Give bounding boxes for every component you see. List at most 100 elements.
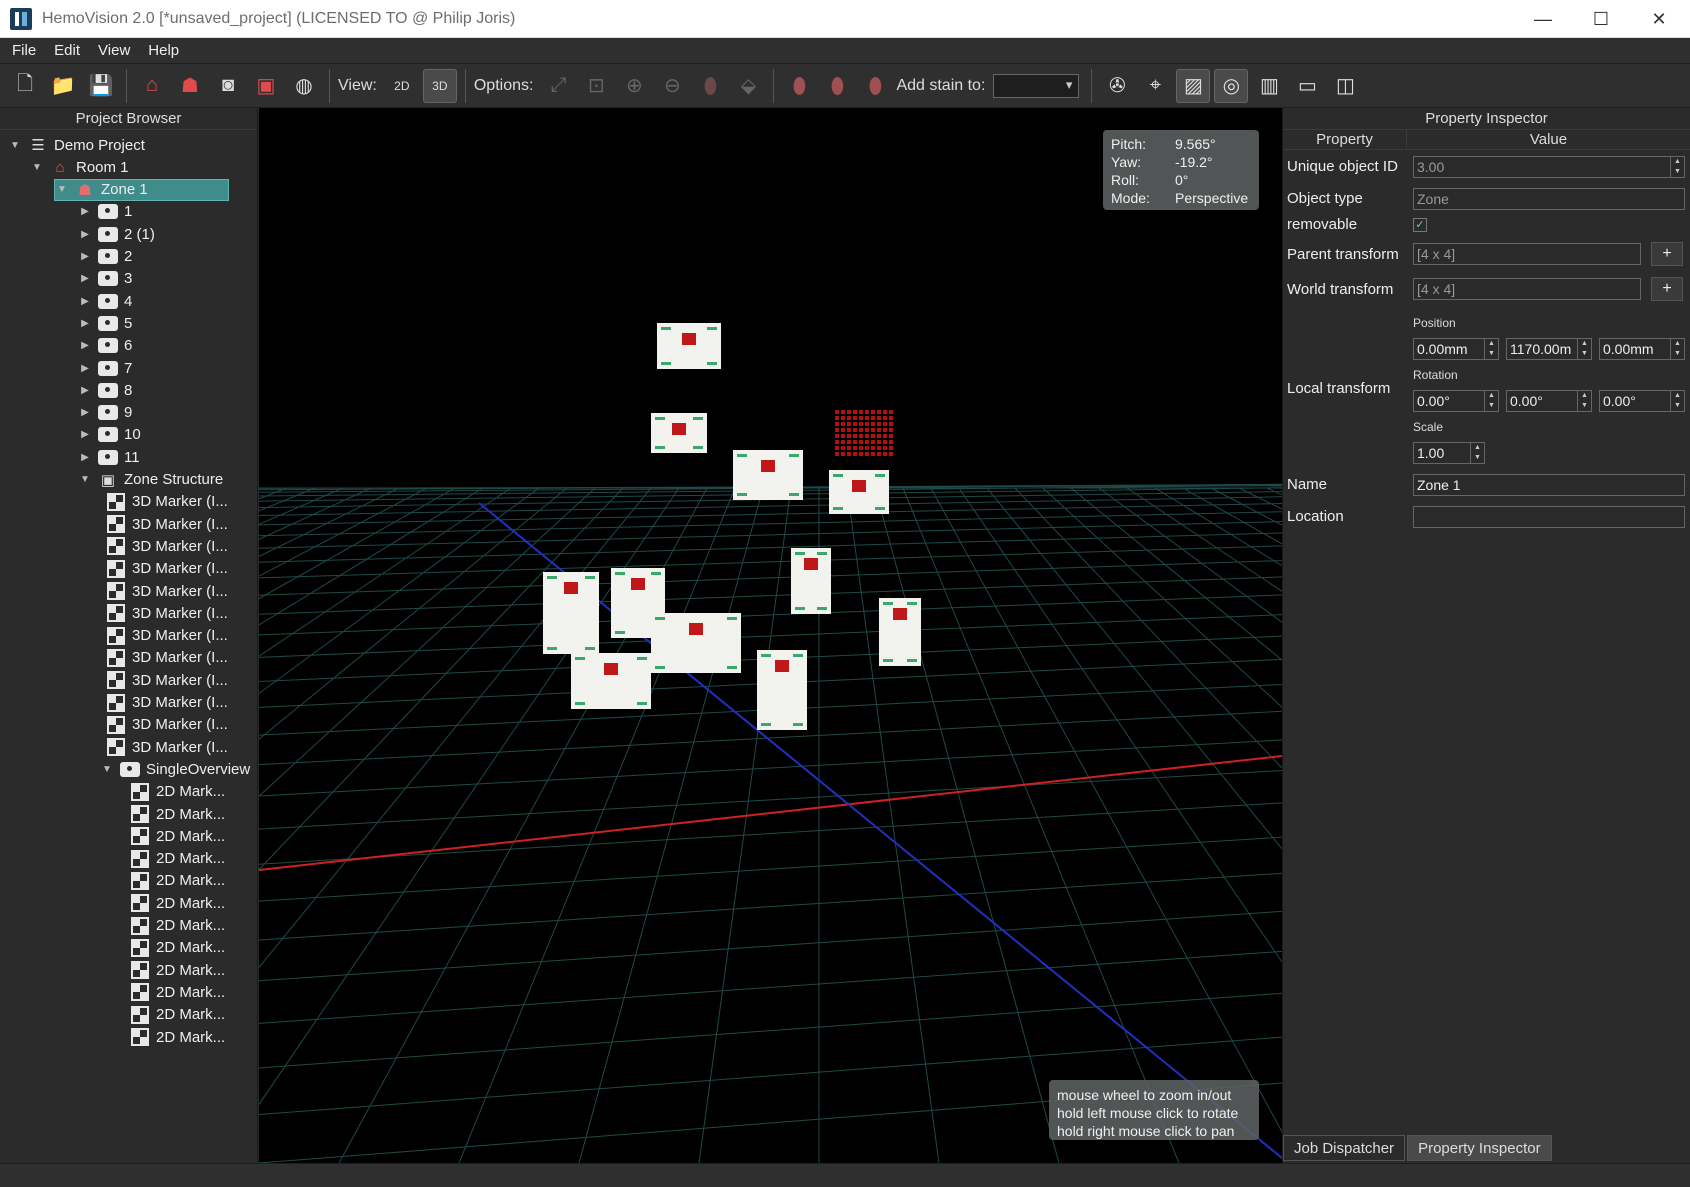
sphere-grid-icon[interactable]: ◎: [1214, 68, 1249, 103]
grid-plane-icon[interactable]: ▨: [1176, 68, 1211, 103]
rotation-z-field[interactable]: 0.00° ▲ ▼: [1599, 390, 1685, 412]
zoom-out-icon[interactable]: ⊖: [655, 69, 689, 103]
film-icon[interactable]: ▥: [1252, 69, 1286, 103]
menu-view[interactable]: View: [98, 42, 130, 59]
tree-item-camera[interactable]: ▶ 5: [78, 312, 132, 334]
tag-icon[interactable]: ⬙: [731, 69, 765, 103]
add-image-icon[interactable]: ▣: [249, 69, 283, 103]
collapse-arrow-icon[interactable]: ▼: [30, 162, 44, 173]
uid-field[interactable]: 3.00 ▲ ▼: [1413, 156, 1685, 178]
tree-item-zone[interactable]: ▼ ☗ Zone 1: [54, 178, 229, 201]
tree-item-2d-marker[interactable]: 2D Mark...: [120, 892, 225, 914]
tree-item-3d-marker[interactable]: 3D Marker (I...: [96, 535, 228, 557]
collapse-arrow-icon[interactable]: ▼: [8, 140, 22, 151]
rotation-x-field[interactable]: 0.00° ▲ ▼: [1413, 390, 1499, 412]
expand-arrow-icon[interactable]: ▶: [78, 273, 92, 284]
tree-item-2d-marker[interactable]: 2D Mark...: [120, 781, 225, 803]
stain-add-icon[interactable]: ⬮: [782, 69, 816, 103]
world-transform-add-button[interactable]: +: [1651, 277, 1683, 301]
tab-property-inspector[interactable]: Property Inspector: [1407, 1135, 1552, 1161]
tab-job-dispatcher[interactable]: Job Dispatcher: [1283, 1135, 1406, 1161]
tree-item-3d-marker[interactable]: 3D Marker (I...: [96, 491, 228, 513]
stain-tool-icon[interactable]: ⬮: [693, 69, 727, 103]
scale-spinner[interactable]: ▲ ▼: [1470, 443, 1484, 463]
cube-plane-icon[interactable]: ◫: [1328, 69, 1362, 103]
tree-item-2d-marker[interactable]: 2D Mark...: [120, 870, 225, 892]
removable-checkbox[interactable]: ✓: [1413, 218, 1427, 232]
expand-arrow-icon[interactable]: ▶: [78, 429, 92, 440]
tree-item-camera[interactable]: ▶ 4: [78, 290, 132, 312]
add-zone-icon[interactable]: ☗: [173, 69, 207, 103]
world-transform-field[interactable]: [4 x 4]: [1413, 278, 1641, 300]
3d-viewport[interactable]: Pitch: 9.565° Yaw: -19.2° Roll: 0° Mode: Per…: [259, 108, 1282, 1163]
scale-field[interactable]: 1.00 ▲ ▼: [1413, 442, 1485, 464]
parent-transform-field[interactable]: [4 x 4]: [1413, 243, 1641, 265]
collapse-arrow-icon[interactable]: ▼: [78, 474, 92, 485]
open-folder-icon[interactable]: 📁: [46, 69, 80, 103]
rotation-y-field[interactable]: 0.00° ▲ ▼: [1506, 390, 1592, 412]
tree-item-zone-structure[interactable]: ▼ ▣ Zone Structure: [78, 469, 223, 491]
position-y-spinner[interactable]: ▲ ▼: [1577, 339, 1591, 359]
zoom-in-icon[interactable]: ⊕: [617, 69, 651, 103]
tree-item-2d-marker[interactable]: 2D Mark...: [120, 981, 225, 1003]
rotation-y-spinner[interactable]: ▲ ▼: [1577, 391, 1591, 411]
add-stain-dropdown[interactable]: [993, 73, 1080, 98]
tree-item-camera[interactable]: ▶ 6: [78, 335, 132, 357]
menu-file[interactable]: File: [12, 42, 36, 59]
rotation-z-spinner[interactable]: ▲ ▼: [1670, 391, 1684, 411]
stain-remove-icon[interactable]: ⬮: [858, 69, 892, 103]
save-icon[interactable]: 💾: [84, 69, 118, 103]
object-type-field[interactable]: Zone: [1413, 188, 1685, 210]
tree-item-2d-marker[interactable]: 2D Mark...: [120, 937, 225, 959]
marker-card[interactable]: [651, 613, 741, 673]
add-camera-icon[interactable]: ◙: [211, 69, 245, 103]
globe-icon[interactable]: ◍: [287, 69, 321, 103]
tree-item-room[interactable]: ▼ ⌂ Room 1: [30, 156, 128, 178]
fit-view-icon[interactable]: ⤢: [541, 69, 575, 103]
marker-card[interactable]: [651, 413, 707, 453]
tree-item-2d-marker[interactable]: 2D Mark...: [120, 1004, 225, 1026]
marker-card[interactable]: [657, 323, 721, 369]
position-x-spinner[interactable]: ▲ ▼: [1484, 339, 1498, 359]
rotation-x-spinner[interactable]: ▲ ▼: [1484, 391, 1498, 411]
expand-arrow-icon[interactable]: ▶: [78, 363, 92, 374]
maximize-icon[interactable]: ☐: [1572, 0, 1630, 38]
tree-item-3d-marker[interactable]: 3D Marker (I...: [96, 736, 228, 758]
expand-arrow-icon[interactable]: ▶: [78, 251, 92, 262]
marker-card[interactable]: [791, 548, 831, 614]
add-room-icon[interactable]: ⌂: [135, 69, 169, 103]
tree-item-2d-marker[interactable]: 2D Mark...: [120, 1026, 225, 1048]
tree-item-camera[interactable]: ▶ 10: [78, 424, 141, 446]
collapse-arrow-icon[interactable]: ▼: [100, 764, 114, 775]
marker-card[interactable]: [543, 572, 599, 654]
expand-arrow-icon[interactable]: ▶: [78, 296, 92, 307]
tree-item-3d-marker[interactable]: 3D Marker (I...: [96, 580, 228, 602]
tree-item-camera[interactable]: ▶ 2 (1): [78, 223, 155, 245]
new-file-icon[interactable]: 🗋: [8, 69, 42, 103]
tree-item-3d-marker[interactable]: 3D Marker (I...: [96, 558, 228, 580]
tree-item-camera[interactable]: ▶ 3: [78, 268, 132, 290]
tree-item-3d-marker[interactable]: 3D Marker (I...: [96, 647, 228, 669]
uid-spinner[interactable]: ▲ ▼: [1670, 157, 1684, 177]
target-icon[interactable]: ⌖: [1138, 69, 1172, 103]
stain-edit-icon[interactable]: ⬮: [820, 69, 854, 103]
minimize-icon[interactable]: —: [1514, 0, 1572, 38]
tree-item-2d-marker[interactable]: 2D Mark...: [120, 848, 225, 870]
position-y-field[interactable]: 1170.00m ▲ ▼: [1506, 338, 1592, 360]
marker-card[interactable]: [757, 650, 807, 730]
tree-item-camera[interactable]: ▶ 11: [78, 446, 139, 468]
expand-arrow-icon[interactable]: ▶: [78, 340, 92, 351]
position-z-field[interactable]: 0.00mm ▲ ▼: [1599, 338, 1685, 360]
view-3d-button[interactable]: 3D: [422, 68, 457, 103]
marker-card[interactable]: [733, 450, 803, 500]
close-icon[interactable]: ✕: [1630, 0, 1688, 38]
screen-icon[interactable]: ▭: [1290, 69, 1324, 103]
expand-arrow-icon[interactable]: ▶: [78, 318, 92, 329]
tree-item-3d-marker[interactable]: 3D Marker (I...: [96, 669, 228, 691]
parent-transform-add-button[interactable]: +: [1651, 242, 1683, 266]
stain-dot-matrix[interactable]: [835, 410, 893, 456]
tree-item-camera[interactable]: ▶ 9: [78, 402, 132, 424]
menu-help[interactable]: Help: [148, 42, 179, 59]
tree-item-camera[interactable]: ▶ 8: [78, 379, 132, 401]
tree-item-single-overview[interactable]: ▼ SingleOverview: [100, 758, 250, 780]
